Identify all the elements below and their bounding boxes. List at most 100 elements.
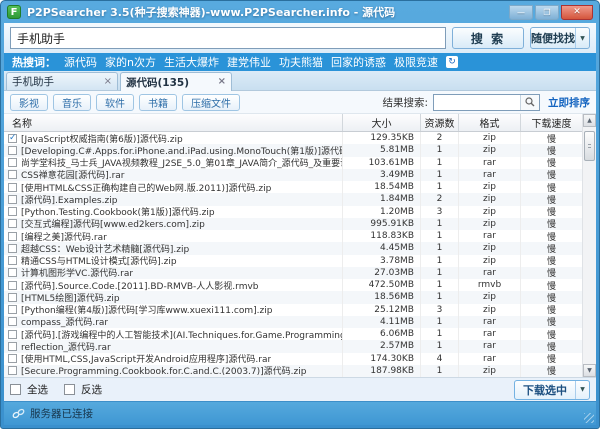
resources-cell: 1 (420, 181, 458, 193)
table-row[interactable]: compass_源代码.rar4.11MB1rar慢 (4, 316, 582, 328)
column-header[interactable]: 格式 (458, 114, 520, 131)
tab-active[interactable]: 源代码(135)× (120, 72, 232, 91)
row-checkbox[interactable] (8, 170, 17, 179)
format-cell: rar (458, 340, 520, 352)
search-input[interactable] (10, 27, 446, 49)
column-header[interactable]: 名称 (4, 114, 342, 131)
link-icon (12, 408, 25, 419)
filter-button[interactable]: 压缩文件 (182, 94, 240, 111)
hot-word-link[interactable]: 极限竞速 (394, 54, 438, 70)
result-search-input[interactable] (434, 95, 520, 110)
row-checkbox[interactable] (8, 256, 17, 265)
size-cell: 1.84MB (342, 193, 420, 205)
table-row[interactable]: [Developing.C#.Apps.for.iPhone.and.iPad.… (4, 144, 582, 156)
size-cell: 6.06MB (342, 328, 420, 340)
filter-button[interactable]: 影视 (10, 94, 48, 111)
filter-button[interactable]: 软件 (96, 94, 134, 111)
search-button[interactable]: 搜 索 (452, 27, 524, 49)
table-row[interactable]: ✓[JavaScript权威指南(第6版)]源代码.zip129.35KB2zi… (4, 132, 582, 144)
row-checkbox[interactable] (8, 183, 17, 192)
size-cell: 25.12MB (342, 304, 420, 316)
row-checkbox[interactable] (8, 317, 17, 326)
column-header[interactable]: 资源数 (420, 114, 458, 131)
tab-inactive[interactable]: 手机助手× (6, 72, 118, 90)
random-search-button[interactable]: 随便找找 ▼ (530, 27, 590, 49)
table-row[interactable]: [源代码].Source.Code.[2011].BD-RMVB-人人影视.rm… (4, 279, 582, 291)
select-all-checkbox[interactable] (10, 384, 21, 395)
maximize-button[interactable]: ❐ (535, 5, 559, 20)
table-row[interactable]: [使用HTML&CSS正确构建自己的Web网.版.2011)]源代码.zip18… (4, 181, 582, 193)
size-cell: 129.35KB (342, 132, 420, 144)
resources-cell: 1 (420, 267, 458, 279)
row-name-cell: CSS禅意花园[源代码].rar (4, 169, 342, 181)
minimize-button[interactable]: — (509, 5, 533, 20)
row-checkbox[interactable] (8, 305, 17, 314)
row-checkbox[interactable] (8, 146, 17, 155)
row-checkbox[interactable] (8, 244, 17, 253)
row-checkbox[interactable] (8, 330, 17, 339)
hot-word-link[interactable]: 生活大爆炸 (164, 54, 219, 70)
format-cell: zip (458, 242, 520, 254)
table-row[interactable]: [Python.Testing.Cookbook(第1版)]源代码.zip1.2… (4, 206, 582, 218)
download-selected-button[interactable]: 下载选中 ▼ (514, 380, 590, 400)
table-row[interactable]: [编程之美]源代码.rar118.83KB1rar慢 (4, 230, 582, 242)
format-cell: rmvb (458, 279, 520, 291)
row-checkbox[interactable] (8, 366, 17, 375)
row-checkbox[interactable]: ✓ (8, 134, 17, 143)
refresh-icon[interactable]: ↻ (446, 56, 458, 68)
row-checkbox[interactable] (8, 281, 17, 290)
format-cell: rar (458, 169, 520, 181)
row-checkbox[interactable] (8, 342, 17, 351)
sort-now-link[interactable]: 立即排序 (548, 95, 590, 110)
hot-word-link[interactable]: 功夫熊猫 (279, 54, 323, 70)
row-checkbox[interactable] (8, 268, 17, 277)
size-cell: 2.57MB (342, 340, 420, 352)
vertical-scrollbar[interactable]: ▲ ▼ (582, 114, 596, 377)
column-header[interactable]: 大小 (342, 114, 420, 131)
row-checkbox[interactable] (8, 158, 17, 167)
table-row[interactable]: [源代码].[游戏编程中的人工智能技术](AI.Techniques.for.G… (4, 328, 582, 340)
speed-cell: 慢 (520, 206, 582, 218)
hot-word-link[interactable]: 源代码 (64, 54, 97, 70)
table-row[interactable]: CSS禅意花园[源代码].rar3.49MB1rar慢 (4, 169, 582, 181)
close-button[interactable]: ✕ (561, 5, 593, 20)
result-search-icon-button[interactable] (520, 95, 539, 110)
row-checkbox[interactable] (8, 354, 17, 363)
scroll-down-button[interactable]: ▼ (583, 364, 596, 377)
size-cell: 4.11MB (342, 316, 420, 328)
table-row[interactable]: 精通CSS与HTML设计模式[源代码].zip3.78MB1zip慢 (4, 255, 582, 267)
table-row[interactable]: [Python编程(第4版)]源代码[学习库www.xuexi111.com].… (4, 304, 582, 316)
filter-button[interactable]: 音乐 (53, 94, 91, 111)
hot-word-link[interactable]: 家的n次方 (105, 54, 156, 70)
size-cell: 472.50MB (342, 279, 420, 291)
table-row[interactable]: [使用HTML,CSS,JavaScript开发Android应用程序]源代码.… (4, 353, 582, 365)
file-name: 尚学堂科技_马士兵_JAVA视频教程_J2SE_5.0_第01章_JAVA简介_… (21, 157, 342, 169)
table-row[interactable]: reflection_源代码.rar2.57MB1rar慢 (4, 340, 582, 352)
row-checkbox[interactable] (8, 293, 17, 302)
table-row[interactable]: [交互式编程]源代码[www.ed2kers.com].zip995.91KB1… (4, 218, 582, 230)
file-name: [源代码].[游戏编程中的人工智能技术](AI.Techniques.for.G… (21, 328, 342, 340)
scroll-up-button[interactable]: ▲ (583, 114, 596, 127)
column-header[interactable]: 下载速度 (520, 114, 582, 131)
table-row[interactable]: [Secure.Programming.Cookbook.for.C.and.C… (4, 365, 582, 377)
table-row[interactable]: 计算机图形学VC.源代码.rar27.03MB1rar慢 (4, 267, 582, 279)
row-checkbox[interactable] (8, 207, 17, 216)
scrollbar-thumb[interactable] (584, 131, 595, 161)
download-dropdown-arrow-icon[interactable]: ▼ (575, 381, 589, 399)
row-checkbox[interactable] (8, 195, 17, 204)
tab-close-icon[interactable]: × (104, 77, 112, 87)
dropdown-arrow-icon[interactable]: ▼ (575, 28, 589, 48)
filter-button[interactable]: 书籍 (139, 94, 177, 111)
row-checkbox[interactable] (8, 219, 17, 228)
table-row[interactable]: 超越CSS：Web设计艺术精髓[源代码].zip4.45MB1zip慢 (4, 242, 582, 254)
table-row[interactable]: 尚学堂科技_马士兵_JAVA视频教程_J2SE_5.0_第01章_JAVA简介_… (4, 157, 582, 169)
row-checkbox[interactable] (8, 232, 17, 241)
tab-close-icon[interactable]: × (218, 77, 226, 87)
table-row[interactable]: [HTML5绘图]源代码.zip18.56MB1zip慢 (4, 291, 582, 303)
hot-word-link[interactable]: 建党伟业 (227, 54, 271, 70)
speed-cell: 慢 (520, 230, 582, 242)
table-row[interactable]: [源代码].Examples.zip1.84MB2zip慢 (4, 193, 582, 205)
resize-grip[interactable] (584, 413, 594, 423)
invert-selection-checkbox[interactable] (64, 384, 75, 395)
hot-word-link[interactable]: 回家的诱惑 (331, 54, 386, 70)
